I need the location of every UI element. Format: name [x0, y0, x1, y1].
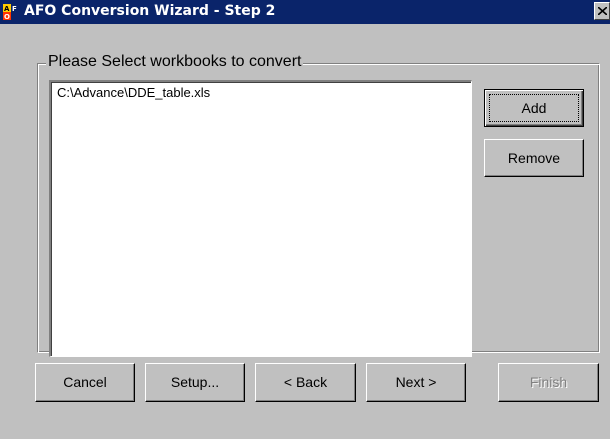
- wizard-window: A F O AFO Conversion Wizard - Step 2 Ple…: [0, 0, 610, 439]
- back-button-label: < Back: [283, 374, 328, 390]
- next-button[interactable]: Next >: [366, 363, 466, 402]
- workbook-list[interactable]: C:\Advance\DDE_table.xls: [49, 80, 472, 357]
- close-icon: [598, 7, 607, 15]
- cancel-button[interactable]: Cancel: [35, 363, 135, 402]
- finish-button-label: Finish: [529, 374, 568, 390]
- title-bar[interactable]: A F O AFO Conversion Wizard - Step 2: [0, 0, 610, 24]
- back-button[interactable]: < Back: [255, 363, 356, 402]
- add-button[interactable]: Add: [484, 89, 584, 127]
- setup-button[interactable]: Setup...: [145, 363, 245, 402]
- remove-button[interactable]: Remove: [484, 139, 584, 177]
- afo-app-icon: A F O: [3, 4, 19, 21]
- remove-button-label: Remove: [507, 150, 561, 166]
- list-item[interactable]: C:\Advance\DDE_table.xls: [57, 85, 210, 100]
- next-button-label: Next >: [395, 374, 437, 390]
- finish-button[interactable]: Finish: [498, 363, 599, 402]
- groupbox-label: Please Select workbooks to convert: [46, 52, 304, 72]
- svg-text:O: O: [4, 13, 10, 20]
- cancel-button-label: Cancel: [63, 374, 107, 390]
- setup-button-label: Setup...: [170, 374, 220, 390]
- close-button[interactable]: [594, 2, 610, 20]
- svg-text:A: A: [4, 5, 10, 13]
- svg-text:F: F: [12, 5, 17, 13]
- window-title: AFO Conversion Wizard - Step 2: [24, 3, 276, 19]
- focus-rect: [489, 94, 579, 122]
